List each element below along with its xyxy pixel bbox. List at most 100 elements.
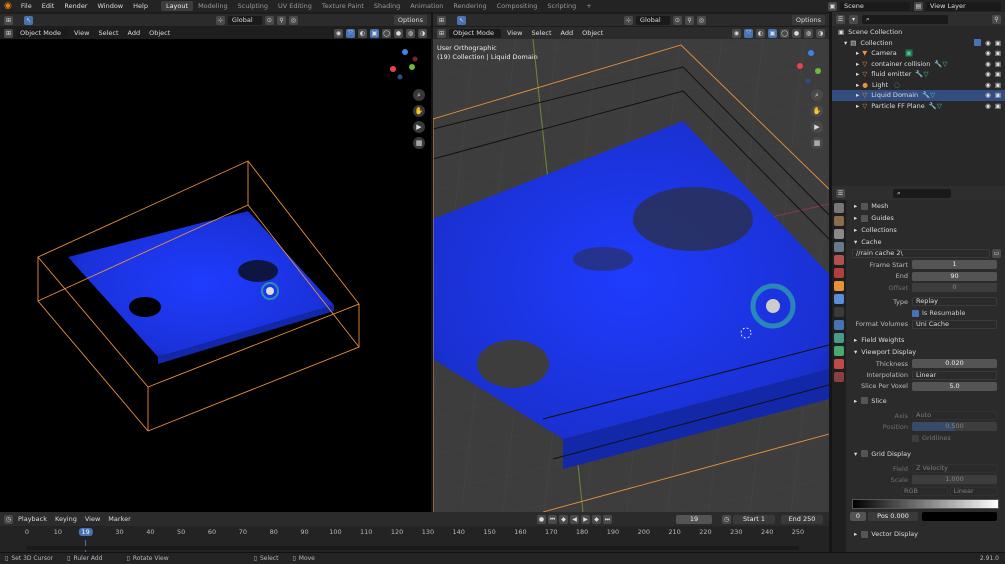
tab-layout[interactable]: Layout (160, 1, 194, 11)
thickness-field[interactable]: 0.020 (912, 359, 997, 369)
scene-icon[interactable]: ▣ (828, 1, 837, 11)
eye-icon[interactable]: ◉ (985, 60, 991, 68)
particles-tab-icon[interactable] (834, 307, 844, 317)
right-menu-add[interactable]: Add (558, 29, 577, 37)
camera-render-icon[interactable]: ▣ (995, 70, 1001, 78)
section-cache[interactable]: ▾ Cache (850, 236, 1005, 248)
left-menu-object[interactable]: Object (146, 29, 173, 37)
zoom-icon[interactable]: ⌕ (413, 89, 425, 101)
timeline-scrollbar[interactable] (26, 546, 799, 550)
tab-animation[interactable]: Animation (405, 1, 448, 11)
section-enable-checkbox[interactable] (861, 214, 869, 222)
frame-end-field[interactable]: 90 (912, 271, 997, 281)
section-mesh[interactable]: ▸ Mesh (850, 200, 1005, 212)
menu-help[interactable]: Help (128, 2, 153, 10)
blender-logo-icon[interactable]: ◉ (0, 1, 16, 11)
left-menu-add[interactable]: Add (125, 29, 144, 37)
tab-modeling[interactable]: Modeling (193, 1, 233, 11)
pivot-icon[interactable]: ⊙ (264, 15, 274, 25)
material-tab-icon[interactable] (834, 359, 844, 369)
section-field-weights[interactable]: ▸ Field Weights (850, 334, 1005, 346)
editor-type-icon[interactable]: ⊞ (437, 15, 446, 25)
shading-solid-icon[interactable]: ● (792, 28, 801, 38)
stop-pos-field[interactable]: Pos 0.000 (868, 511, 918, 521)
physics-tab-icon[interactable] (834, 320, 844, 330)
visibility-icon[interactable]: ◉ (334, 28, 343, 38)
section-grid-display[interactable]: ▾ Grid Display (850, 448, 1005, 460)
current-frame-marker[interactable]: 19 (78, 528, 93, 536)
visibility-icon[interactable]: ◉ (732, 28, 741, 38)
pivot-icon[interactable]: ⊙ (672, 15, 682, 25)
camera-render-icon[interactable]: ▣ (995, 91, 1001, 99)
outliner-item-camera[interactable]: ▸ ▼ Camera ▣ ◉ ▣ (832, 48, 1005, 59)
expand-chevron-icon[interactable]: ▸ (856, 49, 859, 57)
scene-selector[interactable]: Scene (840, 1, 910, 11)
folder-icon[interactable]: ▭ (992, 249, 1001, 259)
camera-render-icon[interactable]: ▣ (995, 102, 1001, 110)
right-menu-object[interactable]: Object (579, 29, 606, 37)
menu-render[interactable]: Render (59, 2, 92, 10)
shading-material-icon[interactable]: ◍ (804, 28, 813, 38)
eye-icon[interactable]: ◉ (985, 91, 991, 99)
pan-hand-icon[interactable]: ✋ (413, 105, 425, 117)
editor-type-icon[interactable]: ⊞ (4, 15, 13, 25)
right-menu-view[interactable]: View (504, 29, 525, 37)
grid-display-checkbox[interactable] (861, 450, 869, 458)
vector-display-checkbox[interactable] (861, 530, 869, 538)
field-dropdown[interactable]: Z Velocity (912, 464, 997, 473)
shading-render-icon[interactable]: ◑ (418, 28, 427, 38)
shading-material-icon[interactable]: ◍ (406, 28, 415, 38)
menu-file[interactable]: File (16, 2, 37, 10)
filter-icon[interactable]: ⚲ (992, 14, 1001, 24)
grid-ortho-icon[interactable]: ▦ (413, 137, 425, 149)
editor-type-icon[interactable]: ⊞ (437, 28, 446, 38)
add-workspace-button[interactable]: + (581, 1, 596, 11)
shading-wire-icon[interactable]: ◯ (780, 28, 789, 38)
menu-window[interactable]: Window (92, 2, 128, 10)
eye-icon[interactable]: ◉ (985, 81, 991, 89)
pan-hand-icon[interactable]: ✋ (811, 105, 823, 117)
tab-uv-editing[interactable]: UV Editing (273, 1, 317, 11)
shading-solid-icon[interactable]: ● (394, 28, 403, 38)
scale-field[interactable]: 1.000 (912, 475, 997, 485)
view-layer-selector[interactable]: View Layer (926, 1, 1001, 11)
eye-icon[interactable]: ◉ (985, 49, 991, 57)
viewport-divider[interactable] (431, 12, 433, 512)
cache-path-input[interactable]: //rain cache 2\ (852, 249, 990, 259)
outliner-search-input[interactable]: ⌕ (862, 14, 948, 24)
right-menu-select[interactable]: Select (528, 29, 554, 37)
tab-scripting[interactable]: Scripting (542, 1, 581, 11)
tab-rendering[interactable]: Rendering (448, 1, 491, 11)
left-mode-dropdown[interactable]: Object Mode (16, 28, 68, 38)
expand-chevron-icon[interactable]: ▸ (856, 91, 859, 99)
slice-per-voxel-field[interactable]: 5.0 (912, 381, 997, 391)
menu-edit[interactable]: Edit (37, 2, 60, 10)
snap-icon[interactable]: ⚲ (684, 15, 694, 25)
camera-render-icon[interactable]: ▣ (995, 81, 1001, 89)
eye-icon[interactable]: ◉ (985, 102, 991, 110)
stop-index-field[interactable]: 0 (850, 511, 866, 521)
output-tab-icon[interactable] (834, 229, 844, 239)
overlay-icon[interactable]: ◐ (358, 28, 367, 38)
outliner-item-light[interactable]: ▸ ● Light ◌ ◉ ▣ (832, 80, 1005, 91)
transform-orientation-icon[interactable]: ⊹ (623, 15, 633, 25)
render-tab-icon[interactable] (834, 216, 844, 226)
display-mode-icon[interactable]: ▾ (849, 14, 858, 24)
left-orientation-dropdown[interactable]: Global (227, 15, 262, 25)
constraints-tab-icon[interactable] (834, 333, 844, 343)
view-layer-icon[interactable]: ▤ (914, 1, 923, 11)
color-ramp[interactable] (852, 498, 999, 509)
expand-chevron-icon[interactable]: ▸ (856, 81, 859, 89)
stop-color-swatch[interactable] (922, 511, 997, 521)
section-viewport-display[interactable]: ▾ Viewport Display (850, 346, 1005, 358)
xray-icon[interactable]: ▣ (768, 28, 777, 38)
scene-tab-icon[interactable] (834, 255, 844, 265)
collection-exclude-checkbox[interactable] (974, 39, 982, 47)
section-guides[interactable]: ▸ Guides (850, 212, 1005, 224)
tab-texture-paint[interactable]: Texture Paint (317, 1, 369, 11)
xray-icon[interactable]: ▣ (370, 28, 379, 38)
section-slice[interactable]: ▸ Slice (850, 395, 1005, 407)
left-3d-viewport[interactable]: ⌕ ✋ ▶ ▦ (0, 39, 431, 512)
interpolation-dropdown[interactable]: Linear (912, 370, 997, 380)
grid-ortho-icon[interactable]: ▦ (811, 137, 823, 149)
